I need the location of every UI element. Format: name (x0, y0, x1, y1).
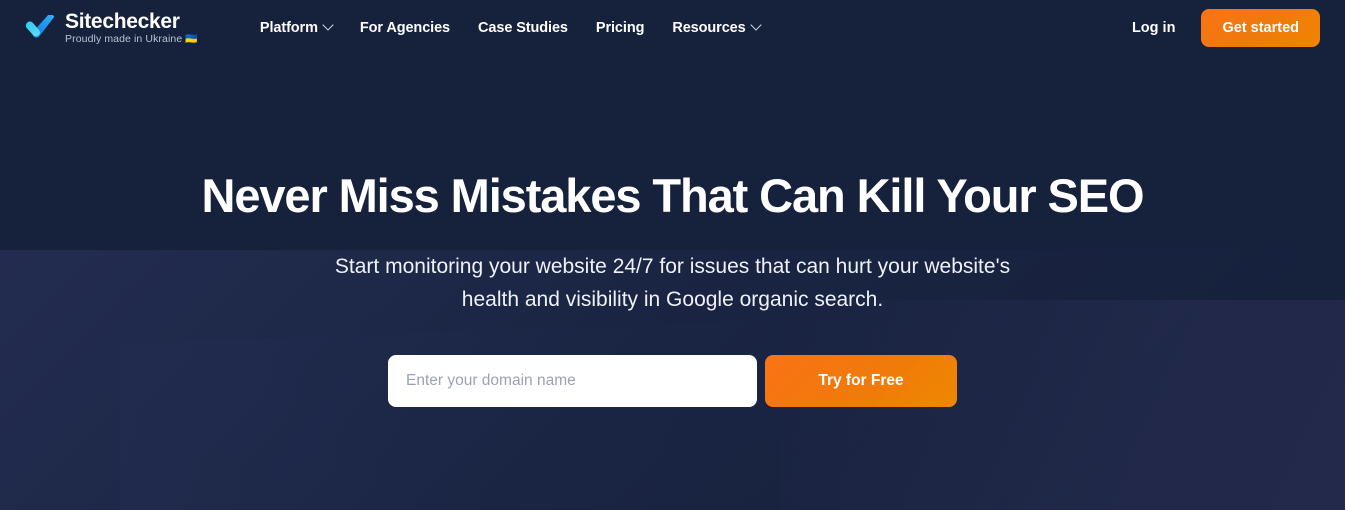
hero-subtitle-line-2: health and visibility in Google organic … (461, 288, 884, 312)
get-started-button[interactable]: Get started (1201, 8, 1320, 48)
chevron-down-icon (322, 19, 334, 31)
hero-section: Never Miss Mistakes That Can Kill Your S… (0, 56, 1345, 510)
brand-text-block: Sitechecker Proudly made in Ukraine 🇺🇦 (65, 9, 198, 46)
nav-item-resources[interactable]: Resources (672, 19, 762, 36)
hero-subtitle-line-1: Start monitoring your website 24/7 for i… (334, 255, 1011, 279)
chevron-down-icon (749, 19, 762, 31)
domain-input[interactable] (388, 355, 757, 408)
brand-tagline-text: Proudly made in Ukraine (65, 32, 183, 45)
nav-item-case-studies[interactable]: Case Studies (478, 20, 568, 36)
nav-item-resources-label: Resources (672, 20, 746, 36)
hero-subtitle: Start monitoring your website 24/7 for i… (335, 250, 1010, 316)
brand-tagline: Proudly made in Ukraine 🇺🇦 (65, 33, 198, 46)
nav-item-platform[interactable]: Platform (259, 19, 334, 36)
site-header: Sitechecker Proudly made in Ukraine 🇺🇦 P… (0, 0, 1345, 56)
nav-item-case-studies-label: Case Studies (478, 20, 568, 36)
nav-item-for-agencies[interactable]: For Agencies (360, 20, 450, 36)
header-actions: Log in Get started (1132, 8, 1320, 48)
domain-check-form: Try for Free (388, 355, 957, 408)
login-link[interactable]: Log in (1132, 20, 1176, 36)
brand-name: Sitechecker (65, 9, 180, 33)
hero-title: Never Miss Mistakes That Can Kill Your S… (201, 169, 1145, 222)
ukraine-flag-icon: 🇺🇦 (185, 33, 198, 45)
checkmark-logo-icon (25, 15, 55, 38)
try-for-free-button[interactable]: Try for Free (765, 355, 957, 408)
nav-item-pricing[interactable]: Pricing (595, 20, 645, 36)
main-navigation: Platform For Agencies Case Studies Prici… (259, 19, 762, 36)
nav-item-pricing-label: Pricing (595, 20, 645, 36)
brand-logo-link[interactable]: Sitechecker Proudly made in Ukraine 🇺🇦 (25, 9, 198, 46)
page-root: Sitechecker Proudly made in Ukraine 🇺🇦 P… (0, 0, 1345, 510)
nav-item-for-agencies-label: For Agencies (359, 20, 451, 36)
nav-item-platform-label: Platform (259, 20, 318, 36)
